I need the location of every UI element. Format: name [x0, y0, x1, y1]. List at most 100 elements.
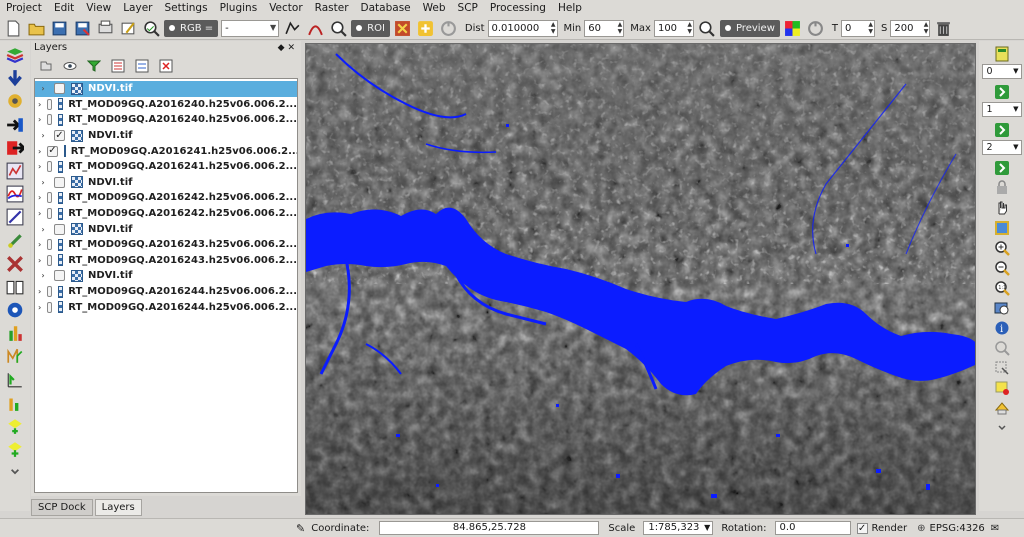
panel-float-close-controls[interactable]: ◆ ✕	[278, 41, 295, 55]
layer-row[interactable]: › RT_MOD09GQ.A2016242.h25v06.006.2...	[35, 190, 297, 206]
crs-globe-icon[interactable]: ⊕	[917, 523, 925, 534]
postprocessing-icon[interactable]	[4, 230, 26, 252]
show-roi-toggle[interactable]: ROI	[351, 19, 390, 37]
classification-preview-icon[interactable]	[783, 18, 803, 38]
roi-polygon-icon[interactable]	[282, 18, 302, 38]
more-tools-chevron-icon[interactable]	[4, 461, 26, 483]
layer-visibility-checkbox[interactable]	[47, 286, 53, 298]
save-project-icon[interactable]	[49, 18, 69, 38]
lock-band-icon[interactable]	[991, 178, 1013, 197]
map-tips-icon[interactable]	[991, 398, 1013, 417]
collapse-all-icon[interactable]	[133, 57, 151, 75]
zoom-out-icon[interactable]	[991, 258, 1013, 277]
expand-all-icon[interactable]	[109, 57, 127, 75]
layer-row[interactable]: › ✓ RT_MOD09GQ.A2016241.h25v06.006.2...	[35, 143, 297, 159]
band-processing-icon[interactable]	[4, 160, 26, 182]
message-log-icon[interactable]: ✉	[991, 523, 999, 534]
identify-icon[interactable]: i	[991, 318, 1013, 337]
expand-arrow-icon[interactable]: ›	[38, 178, 48, 187]
activate-roi-pointer-icon[interactable]	[393, 18, 413, 38]
expand-arrow-icon[interactable]: ›	[38, 131, 48, 140]
rgb-band-toggle[interactable]: RGB =	[164, 19, 219, 37]
min-spinbox[interactable]: 60 ▲ ▼	[584, 19, 625, 37]
menu-scp[interactable]: SCP	[452, 0, 484, 17]
remove-layer-icon[interactable]	[157, 57, 175, 75]
select-feature-icon[interactable]	[991, 338, 1013, 357]
layer-visibility-checkbox[interactable]	[54, 83, 65, 95]
dist-spinbox[interactable]: 0.010000 ▲ ▼	[487, 19, 558, 37]
tab-layers[interactable]: Layers	[94, 499, 142, 516]
annotation-icon[interactable]	[991, 378, 1013, 397]
expand-arrow-icon[interactable]: ›	[38, 115, 41, 124]
layer-row[interactable]: › RT_MOD09GQ.A2016243.h25v06.006.2...	[35, 253, 297, 269]
signature-threshold-icon[interactable]	[4, 369, 26, 391]
layer-visibility-checkbox[interactable]	[47, 114, 53, 126]
next-band-green-icon[interactable]	[991, 120, 1013, 139]
layer-row[interactable]: › ✓ NDVI.tif	[35, 128, 297, 144]
layer-row[interactable]: › RT_MOD09GQ.A2016242.h25v06.006.2...	[35, 206, 297, 222]
layer-visibility-checkbox[interactable]	[47, 301, 53, 313]
measure-icon[interactable]	[991, 358, 1013, 377]
s-spinbox[interactable]: 200 ▲ ▼	[890, 19, 931, 37]
menu-layer[interactable]: Layer	[117, 0, 158, 17]
redo-roi-icon[interactable]	[439, 18, 459, 38]
layer-row[interactable]: › RT_MOD09GQ.A2016240.h25v06.006.2...	[35, 97, 297, 113]
layer-stack-icon[interactable]	[4, 44, 26, 66]
band-info-icon[interactable]	[4, 392, 26, 414]
layer-row[interactable]: › RT_MOD09GQ.A2016244.h25v06.006.2...	[35, 299, 297, 315]
menu-raster[interactable]: Raster	[309, 0, 355, 17]
expand-arrow-icon[interactable]: ›	[38, 147, 41, 156]
open-project-icon[interactable]	[26, 18, 46, 38]
manage-visibility-icon[interactable]	[61, 57, 79, 75]
expand-arrow-icon[interactable]: ›	[38, 271, 48, 280]
add-group-icon[interactable]	[37, 57, 55, 75]
tab-scp-dock[interactable]: SCP Dock	[31, 499, 93, 516]
blue-band-spinbox[interactable]: 2 ▼	[981, 140, 1022, 155]
import-icon[interactable]	[4, 114, 26, 136]
menu-view[interactable]: View	[80, 0, 117, 17]
scale-select[interactable]: 1:785,323 ▼	[643, 521, 714, 535]
layer-visibility-checkbox[interactable]	[47, 192, 53, 204]
red-band-spinbox[interactable]: 0 ▼	[981, 64, 1022, 79]
green-band-spinbox[interactable]: 1 ▼	[981, 102, 1022, 117]
download-icon[interactable]	[4, 67, 26, 89]
menu-help[interactable]: Help	[552, 0, 588, 17]
layer-visibility-checkbox[interactable]	[47, 161, 53, 173]
settings-tools-icon[interactable]	[4, 253, 26, 275]
coordinate-toggle-icon[interactable]: ✎	[296, 522, 305, 535]
menu-edit[interactable]: Edit	[48, 0, 80, 17]
layer-visibility-checkbox[interactable]	[54, 176, 65, 188]
layer-visibility-checkbox[interactable]	[54, 223, 65, 235]
export-icon[interactable]	[4, 137, 26, 159]
rotation-spinbox[interactable]: 0.0	[774, 521, 851, 535]
crs-label[interactable]: EPSG:4326	[930, 523, 985, 534]
band-combination-select[interactable]: - ▼	[221, 19, 280, 37]
expand-arrow-icon[interactable]: ›	[38, 303, 41, 312]
menu-database[interactable]: Database	[355, 0, 417, 17]
next-band-red-icon[interactable]	[991, 82, 1013, 101]
layer-row[interactable]: › RT_MOD09GQ.A2016240.h25v06.006.2...	[35, 112, 297, 128]
layer-row[interactable]: › NDVI.tif	[35, 175, 297, 191]
redo-preview-icon[interactable]	[806, 18, 826, 38]
zoom-preview-icon[interactable]	[697, 18, 717, 38]
layer-row[interactable]: › NDVI.tif	[35, 268, 297, 284]
add-roi-icon[interactable]	[416, 18, 436, 38]
roi-multiple-icon[interactable]	[305, 18, 325, 38]
expand-arrow-icon[interactable]: ›	[38, 256, 41, 265]
expand-arrow-icon[interactable]: ›	[38, 84, 48, 93]
t-spinbox[interactable]: 0 ▲ ▼	[841, 19, 875, 37]
layer-visibility-checkbox[interactable]	[47, 208, 53, 220]
expand-arrow-icon[interactable]: ›	[38, 225, 48, 234]
print-composer-icon[interactable]	[95, 18, 115, 38]
menu-vector[interactable]: Vector	[263, 0, 308, 17]
map-canvas[interactable]	[305, 43, 976, 515]
band-set-icon[interactable]	[141, 18, 161, 38]
layer-row[interactable]: › RT_MOD09GQ.A2016244.h25v06.006.2...	[35, 284, 297, 300]
menu-web[interactable]: Web	[417, 0, 452, 17]
layer-visibility-checkbox[interactable]	[47, 239, 53, 251]
save-as-icon[interactable]	[72, 18, 92, 38]
add-vector-icon[interactable]	[4, 438, 26, 460]
expand-arrow-icon[interactable]: ›	[38, 287, 41, 296]
zoom-layer-icon[interactable]	[991, 298, 1013, 317]
gear-icon[interactable]	[4, 299, 26, 321]
